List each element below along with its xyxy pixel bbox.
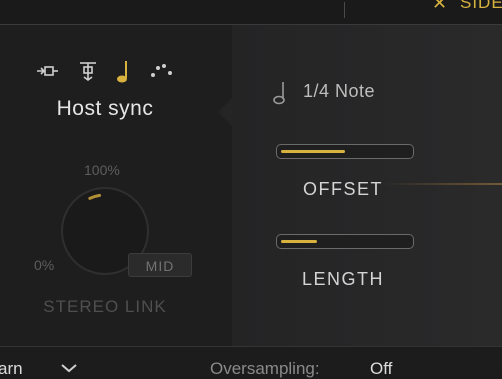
length-label: LENGTH [301,269,384,289]
offset-slider[interactable] [276,144,414,159]
mode-dropdown-value[interactable]: arn [0,359,23,379]
divider [344,2,345,18]
close-icon[interactable]: ✕ [432,0,447,12]
stereo-link-label: STEREO LINK [43,297,167,316]
bottom-bar: arn Oversampling: Off [0,346,502,378]
length-slider[interactable] [276,234,414,249]
chevron-down-icon[interactable] [60,363,78,373]
offset-label: OFFSET [303,179,383,199]
note-value[interactable]: 1/4 Note [303,81,375,102]
knob-min-label: 0% [34,257,55,273]
stereo-link-knob[interactable] [0,0,232,300]
oversampling-value[interactable]: Off [370,359,392,379]
oversampling-label: Oversampling: [210,359,320,378]
offset-fill [281,150,345,153]
side-tab-label[interactable]: SIDE [460,0,502,12]
note-value-icon [273,82,285,105]
mid-button[interactable]: MID [128,253,192,277]
length-fill [281,240,317,243]
